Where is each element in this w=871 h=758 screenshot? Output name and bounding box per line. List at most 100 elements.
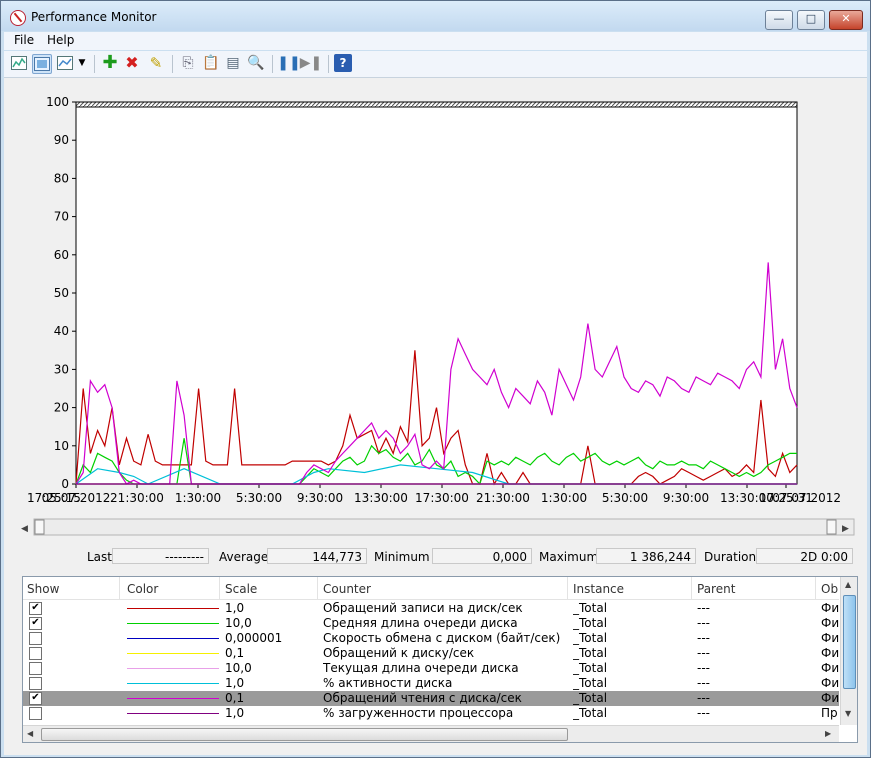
show-checkbox[interactable]: ✔ — [29, 602, 42, 615]
object-cell: Фи — [821, 661, 839, 675]
close-button[interactable]: ✕ — [829, 10, 863, 30]
instance-cell: _Total — [573, 706, 608, 720]
zoom-icon[interactable]: 🔍 — [247, 54, 265, 72]
counter-color-line — [127, 638, 219, 639]
y-tick-label: 30 — [54, 362, 69, 376]
menu-help[interactable]: Help — [47, 33, 74, 47]
legend-row[interactable]: ✔ 1,0 Обращений записи на диск/сек _Total --… — [23, 601, 839, 616]
window-title: Performance Monitor — [31, 10, 157, 24]
highlight-icon[interactable]: ✎ — [147, 54, 165, 72]
legend-horizontal-scrollbar[interactable]: ◀ ▶ — [23, 725, 839, 742]
x-tick-label: 9:30:00 — [663, 491, 709, 505]
counter-color-line — [127, 698, 219, 699]
scroll-right-icon[interactable]: ▶ — [825, 729, 831, 738]
legend-scroll-thumb[interactable] — [843, 595, 856, 689]
column-instance[interactable]: Instance — [573, 582, 624, 596]
title-bar[interactable]: Performance Monitor — □ ✕ — [1, 1, 870, 31]
counter-color-line — [127, 653, 219, 654]
change-graph-type-icon[interactable] — [56, 54, 74, 72]
show-checkbox[interactable]: ✔ — [29, 617, 42, 630]
scale-cell: 0,1 — [225, 646, 245, 660]
delete-counter-icon[interactable]: ✖ — [123, 54, 141, 72]
show-checkbox[interactable] — [29, 677, 42, 690]
update-data-icon[interactable]: ▶❚ — [300, 54, 323, 72]
object-cell: Фи — [821, 646, 839, 660]
legend-row[interactable]: 0,1 Обращений к диску/сек _Total --- Фи — [23, 646, 839, 661]
view-graph-icon[interactable] — [10, 54, 28, 72]
freeze-display-icon[interactable]: ❚❚ — [277, 54, 300, 72]
column-divider — [815, 577, 816, 599]
column-divider — [567, 577, 568, 599]
properties-icon[interactable]: ▤ — [224, 54, 242, 72]
counter-cell: % загруженности процессора — [323, 706, 514, 720]
performance-monitor-icon — [10, 10, 26, 26]
y-tick-label: 100 — [46, 95, 69, 109]
x-tick-label: 9:30:00 — [297, 491, 343, 505]
counter-color-line — [127, 623, 219, 624]
counter-cell: Обращений чтения с диска/сек — [323, 691, 522, 705]
toolbar-separator — [172, 55, 173, 73]
x-tick-label: 13:30:00 — [354, 491, 408, 505]
show-checkbox[interactable] — [29, 632, 42, 645]
dropdown-arrow-icon[interactable]: ▼ — [76, 54, 88, 72]
show-checkbox[interactable] — [29, 707, 42, 720]
legend-vertical-scrollbar[interactable]: ▲ ▼ — [840, 577, 857, 725]
help-icon[interactable]: ? — [334, 54, 352, 72]
scroll-left-icon[interactable]: ◀ — [27, 729, 33, 738]
paste-counter-list-icon[interactable]: 📋 — [202, 54, 220, 72]
column-parent[interactable]: Parent — [697, 582, 735, 596]
column-divider — [691, 577, 692, 599]
counter-cell: Обращений записи на диск/сек — [323, 601, 523, 615]
x-tick-label: 17:30:00 — [415, 491, 469, 505]
y-tick-label: 70 — [54, 210, 69, 224]
object-cell: Фи — [821, 616, 839, 630]
last-value: --------- — [112, 548, 209, 564]
performance-monitor-window: Performance Monitor — □ ✕ File Help ▼ ✚ … — [0, 0, 871, 758]
counter-legend-table: Show Color Scale Counter Instance Parent… — [22, 576, 858, 743]
scroll-up-icon[interactable]: ▲ — [845, 580, 851, 589]
average-value: 144,773 — [267, 548, 367, 564]
parent-cell: --- — [697, 646, 710, 660]
timeline-scrollbar — [33, 518, 855, 536]
menu-file[interactable]: File — [14, 33, 34, 47]
counter-cell: Текущая длина очереди диска — [323, 661, 519, 675]
timeline-start-handle — [34, 519, 45, 535]
copy-properties-icon[interactable]: ⎘ — [179, 54, 197, 72]
column-object[interactable]: Ob — [821, 582, 838, 596]
view-current-activity-icon[interactable] — [32, 54, 52, 74]
y-tick-label: 60 — [54, 248, 69, 262]
column-scale[interactable]: Scale — [225, 582, 257, 596]
y-tick-label: 10 — [54, 439, 69, 453]
parent-cell: --- — [697, 706, 710, 720]
menu-bar: File Help — [4, 32, 867, 50]
add-counter-icon[interactable]: ✚ — [101, 54, 119, 72]
y-tick-label: 0 — [61, 477, 69, 491]
legend-hscroll-thumb[interactable] — [41, 728, 568, 741]
duration-value: 2D 0:00 — [756, 548, 853, 564]
show-checkbox[interactable] — [29, 647, 42, 660]
duration-label: Duration — [704, 550, 757, 564]
legend-row[interactable]: ✔ 10,0 Средняя длина очереди диска _Total --… — [23, 616, 839, 631]
legend-row[interactable]: 1,0 % загруженности процессора _Total --- Пр — [23, 706, 839, 721]
show-checkbox[interactable]: ✔ — [29, 692, 42, 705]
minimize-button[interactable]: — — [765, 10, 793, 30]
object-cell: Фи — [821, 631, 839, 645]
column-color[interactable]: Color — [127, 582, 158, 596]
legend-row[interactable]: ✔ 0,1 Обращений чтения с диска/сек _Total --… — [23, 691, 839, 706]
object-cell: Фи — [821, 691, 839, 705]
legend-row[interactable]: 10,0 Текущая длина очереди диска _Total ---… — [23, 661, 839, 676]
maximize-button[interactable]: □ — [797, 10, 825, 30]
counter-cell: % активности диска — [323, 676, 453, 690]
legend-row[interactable]: 0,000001 Скорость обмена с диском (байт/с… — [23, 631, 839, 646]
scroll-down-icon[interactable]: ▼ — [845, 709, 851, 718]
instance-cell: _Total — [573, 676, 608, 690]
column-show[interactable]: Show — [27, 582, 59, 596]
object-cell: Пр — [821, 706, 838, 720]
chart-top-hatch — [75, 101, 798, 108]
show-checkbox[interactable] — [29, 662, 42, 675]
column-counter[interactable]: Counter — [323, 582, 371, 596]
legend-row[interactable]: 1,0 % активности диска _Total --- Фи — [23, 676, 839, 691]
toolbar: ▼ ✚ ✖ ✎ ⎘ 📋 ▤ 🔍 ❚❚ ▶❚ ? — [4, 51, 867, 78]
instance-cell: _Total — [573, 661, 608, 675]
plot-area — [75, 101, 798, 485]
